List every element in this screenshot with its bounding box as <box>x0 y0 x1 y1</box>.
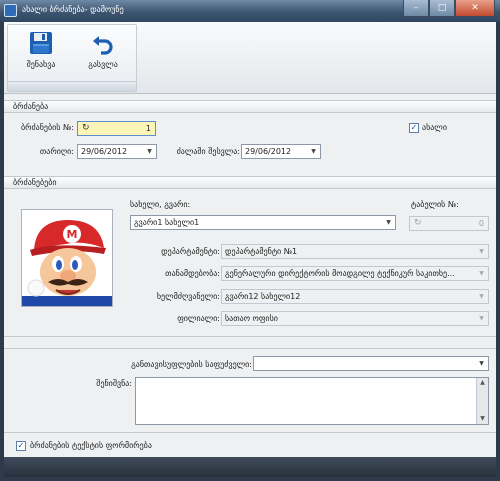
exit-button-label: გასვლა <box>88 60 118 69</box>
department-value: დეპარტამენტი №1 <box>225 247 298 256</box>
position-label: თანამდებობა: <box>165 269 220 278</box>
position-value: გენერალური დირექტორის მოადგილე ტექნიკურ … <box>225 269 455 278</box>
orders-section-header: ბრძანებები <box>4 176 496 189</box>
name-combobox[interactable]: გვარი1 სახელი1 ▼ <box>130 215 396 230</box>
ribbon-group: შენახვა გასვლა <box>7 24 137 92</box>
dropdown-arrow-icon: ▼ <box>479 360 484 367</box>
status-bar <box>4 457 496 477</box>
manager-label: ხელმძღვანელი: <box>156 292 220 301</box>
order-section-header: ბრძანება <box>4 100 496 113</box>
close-button[interactable]: ✕ <box>455 0 495 17</box>
dropdown-arrow-icon: ▼ <box>311 148 316 155</box>
manager-value: გვარი12 სახელი12 <box>225 292 301 301</box>
date-value: 29/06/2012 <box>81 147 128 156</box>
note-label: შენიშვნა: <box>96 379 132 388</box>
save-button[interactable]: შენახვა <box>12 28 70 80</box>
window-client: შენახვა გასვლა ბრძანება ბრძანების №: ↻ 1… <box>4 22 496 477</box>
title-bar: ახალი ბრძანება- დამოუნე – □ ✕ <box>0 0 500 22</box>
refresh-icon: ↻ <box>414 218 422 228</box>
dropdown-arrow-icon: ▼ <box>147 148 152 155</box>
department-label: დეპარტამენტი: <box>161 247 220 256</box>
dismissal-reason-combobox[interactable]: ▼ <box>253 356 489 371</box>
effective-date-picker[interactable]: 29/06/2012 ▼ <box>241 144 321 159</box>
note-scrollbar[interactable]: ▲ ▼ <box>476 378 488 424</box>
dropdown-arrow-icon: ▼ <box>479 248 484 255</box>
refresh-icon: ↻ <box>82 123 90 133</box>
order-number-value: 1 <box>145 124 151 133</box>
minimize-button[interactable]: – <box>403 0 429 17</box>
name-label: სახელი, გვარი: <box>130 200 191 209</box>
ribbon: შენახვა გასვლა <box>4 22 496 94</box>
name-value: გვარი1 სახელი1 <box>134 218 200 227</box>
undo-arrow-icon <box>93 36 113 55</box>
ribbon-group-footer <box>8 81 136 91</box>
maximize-button[interactable]: □ <box>429 0 455 17</box>
tabel-number-label: ტაბელის №: <box>411 200 459 209</box>
svg-text:M: M <box>67 228 78 241</box>
tabel-number-value: 0 <box>478 219 484 228</box>
generate-text-label: ბრძანების ტექსტის ფორმირება <box>30 441 152 450</box>
dismissal-reason-label: განთავისუფლების საფუძველი: <box>131 360 252 369</box>
separator <box>4 348 496 349</box>
position-combobox[interactable]: გენერალური დირექტორის მოადგილე ტექნიკურ … <box>221 266 489 281</box>
date-picker[interactable]: 29/06/2012 ▼ <box>77 144 157 159</box>
tabel-number-spinner[interactable]: ↻ 0 <box>409 216 489 231</box>
employee-photo-image: M <box>22 210 112 306</box>
employee-photo: M <box>21 209 113 307</box>
generate-text-checkbox[interactable]: ✓ <box>16 441 26 451</box>
order-number-spinner[interactable]: ↻ 1 <box>77 121 156 136</box>
dropdown-arrow-icon: ▼ <box>479 270 484 277</box>
scroll-down-arrow-icon[interactable]: ▼ <box>477 414 488 424</box>
effective-date-value: 29/06/2012 <box>245 147 292 156</box>
exit-button[interactable]: გასვლა <box>74 28 132 80</box>
branch-combobox[interactable]: სათაო ოფისი ▼ <box>221 311 489 326</box>
floppy-disk-icon <box>30 32 52 54</box>
note-textarea[interactable]: ▲ ▼ <box>135 377 489 425</box>
app-icon <box>4 4 17 17</box>
dropdown-arrow-icon: ▼ <box>479 293 484 300</box>
branch-value: სათაო ოფისი <box>225 314 278 323</box>
new-checkbox-label: ახალი <box>422 123 447 132</box>
branch-label: ფილიალი: <box>177 314 220 323</box>
save-button-label: შენახვა <box>26 60 56 69</box>
separator <box>4 432 496 433</box>
window-title: ახალი ბრძანება- დამოუნე <box>22 5 124 14</box>
dropdown-arrow-icon: ▼ <box>479 315 484 322</box>
separator <box>4 336 496 337</box>
order-number-label: ბრძანების №: <box>20 123 74 132</box>
dropdown-arrow-icon: ▼ <box>386 219 391 226</box>
new-checkbox[interactable]: ✓ <box>409 123 419 133</box>
department-combobox[interactable]: დეპარტამენტი №1 ▼ <box>221 244 489 259</box>
date-label: თარიღი: <box>39 147 74 156</box>
manager-combobox[interactable]: გვარი12 სახელი12 ▼ <box>221 289 489 304</box>
scroll-up-arrow-icon[interactable]: ▲ <box>477 378 488 388</box>
effective-date-label: ძალაში შესვლა: <box>176 147 240 156</box>
